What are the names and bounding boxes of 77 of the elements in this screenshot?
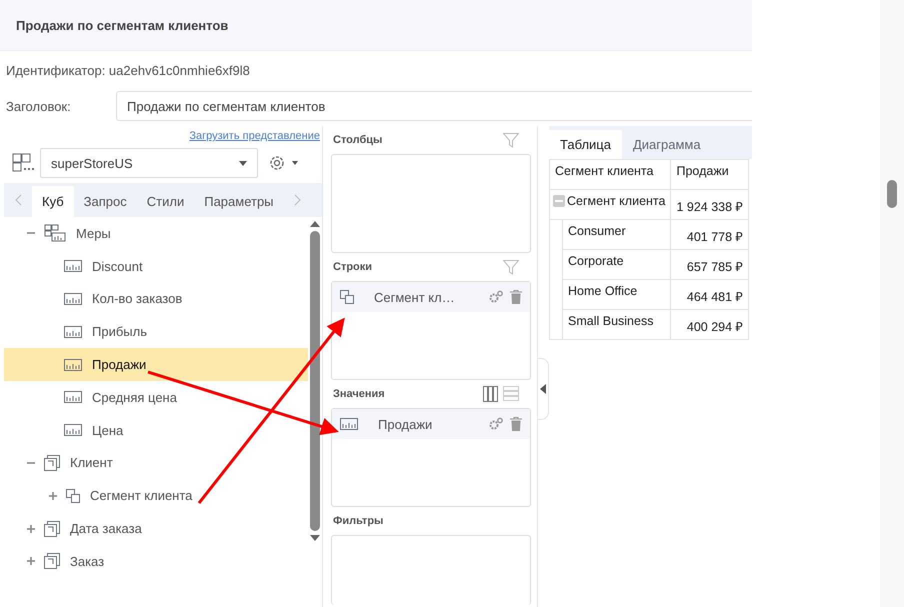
trash-icon[interactable] <box>510 290 522 304</box>
expander-icon[interactable] <box>46 490 60 501</box>
squares-icon <box>340 290 354 304</box>
chart-icon <box>64 260 82 272</box>
collapse-icon[interactable] <box>553 195 565 207</box>
table-cell: Small Business <box>562 310 671 340</box>
box-icon <box>44 520 60 537</box>
measures-icon <box>44 224 66 242</box>
identifier-text: Идентификатор: ua2ehv61c0nmhie6xf9l8 <box>5 62 251 80</box>
scroll-down-icon[interactable] <box>310 535 320 541</box>
tree-item[interactable]: Прибыль <box>4 315 308 348</box>
collapse-handle[interactable] <box>538 358 549 420</box>
tree-item[interactable]: Клиент <box>4 446 308 480</box>
table-cell: Consumer <box>562 220 671 250</box>
scrollbar-thumb[interactable] <box>887 180 897 208</box>
table-cell: 657 785 ₽ <box>670 250 748 280</box>
column-header: Продажи <box>670 160 748 190</box>
chart-icon <box>64 424 82 436</box>
chevron-right-icon[interactable] <box>294 194 302 206</box>
expander-icon[interactable] <box>24 524 38 534</box>
scroll-up-icon[interactable] <box>310 221 320 227</box>
column-header: Сегмент клиента <box>550 160 671 190</box>
tree-item[interactable]: Продажи <box>4 348 308 381</box>
table-cell: 400 294 ₽ <box>670 310 748 340</box>
filter-icon[interactable] <box>503 260 519 274</box>
tree-item[interactable]: Меры <box>4 217 308 250</box>
table-cell: Corporate <box>562 250 671 280</box>
view-tab[interactable]: Диаграмма <box>622 130 712 159</box>
view-tab[interactable]: Таблица <box>549 130 622 159</box>
zone-title: Строки <box>333 261 372 273</box>
tree-item[interactable]: Кол-во заказов <box>4 282 308 316</box>
settings-icon[interactable] <box>488 417 504 431</box>
panel-tab[interactable]: Стили <box>136 186 194 217</box>
chart-icon <box>64 391 82 404</box>
zone-title: Столбцы <box>333 134 382 146</box>
chart-icon <box>64 326 82 338</box>
chevron-left-icon[interactable] <box>14 194 22 206</box>
table-cell: Сегмент клиента <box>550 190 671 220</box>
tree-item[interactable]: Discount <box>4 250 308 283</box>
page-title: Продажи по сегментам клиентов <box>16 18 228 32</box>
dropdown-caret-icon <box>239 160 247 166</box>
table-cell: 464 481 ₽ <box>670 280 748 310</box>
panel-tab[interactable]: Куб <box>32 186 74 217</box>
caption-field[interactable]: Продажи по сегментам клиентов <box>116 91 752 121</box>
filter-icon[interactable] <box>503 132 519 148</box>
tree-item[interactable]: Дата заказа <box>4 512 308 545</box>
drop-zone[interactable]: Продажи <box>331 408 531 507</box>
zone-title: Фильтры <box>333 515 384 527</box>
settings-icon[interactable] <box>268 154 300 172</box>
cube-select[interactable]: superStoreUS <box>40 148 258 178</box>
panel-tab[interactable]: Параметры <box>194 186 284 217</box>
settings-icon[interactable] <box>488 290 504 304</box>
zone-title: Значения <box>333 388 385 400</box>
panel-tab[interactable]: Запрос <box>74 186 137 217</box>
caption-label: Заголовок: <box>5 98 72 114</box>
chart-icon <box>64 358 82 371</box>
box-icon <box>44 553 60 570</box>
load-view-link[interactable]: Загрузить представление <box>189 130 320 142</box>
cube-icon <box>12 153 34 173</box>
tree-item[interactable]: Заказ <box>4 544 308 578</box>
squares-icon <box>66 488 80 503</box>
drop-zone[interactable] <box>331 154 531 253</box>
table-cell: 401 778 ₽ <box>670 220 748 250</box>
drop-zone[interactable] <box>331 535 531 605</box>
trash-icon[interactable] <box>510 417 522 431</box>
expander-icon[interactable] <box>24 556 38 566</box>
chart-icon <box>64 292 82 305</box>
scrollbar-thumb[interactable] <box>310 231 320 531</box>
tree-item[interactable]: Средняя цена <box>4 380 308 414</box>
table-cell: 1 924 338 ₽ <box>670 190 748 220</box>
box-icon <box>44 454 60 471</box>
chart-icon <box>340 418 358 430</box>
table-cell: Home Office <box>562 280 671 310</box>
columns-layout-icon[interactable] <box>483 386 499 402</box>
tree-item[interactable]: Сегмент клиента <box>4 479 308 512</box>
tree-item[interactable]: Цена <box>4 414 308 447</box>
drop-zone[interactable]: Сегмент кл… <box>331 281 531 380</box>
